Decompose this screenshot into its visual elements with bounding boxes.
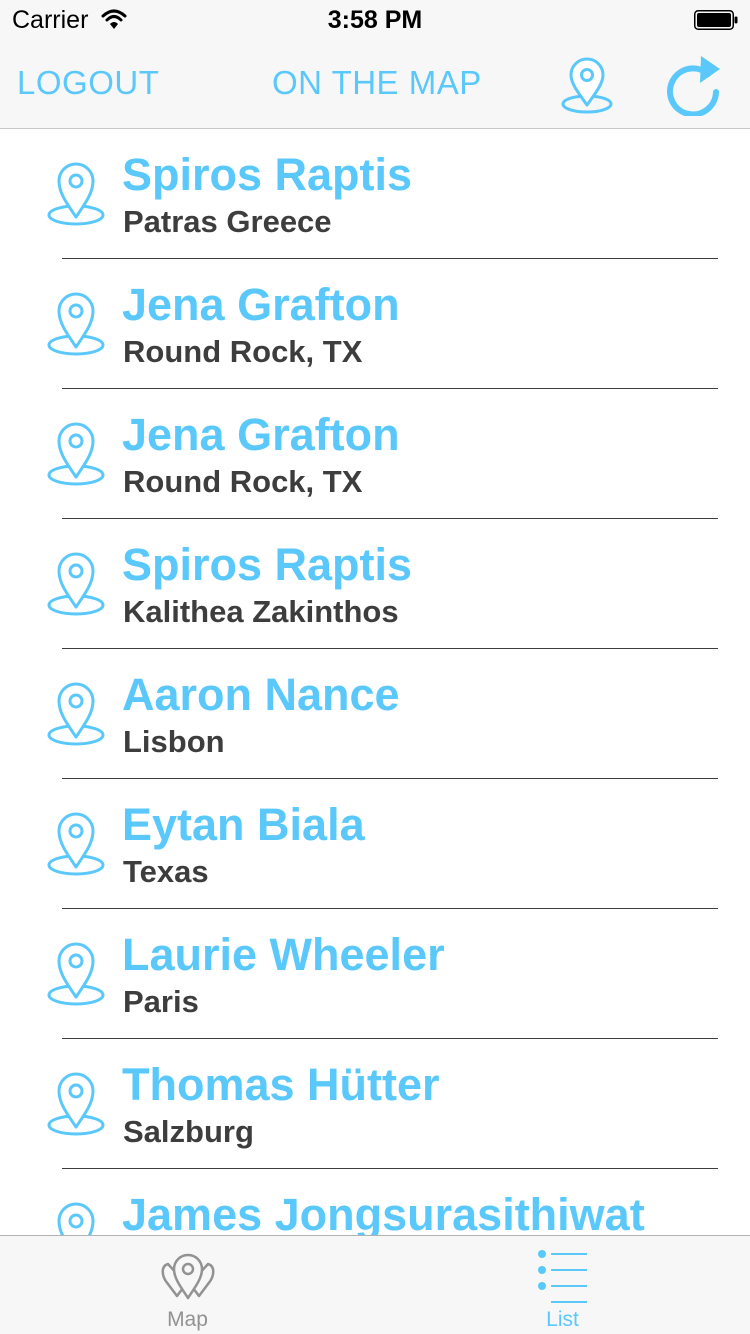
location-pin-icon-graphic bbox=[47, 682, 105, 746]
location-pin-icon-graphic bbox=[47, 292, 105, 356]
location-pin-icon bbox=[46, 289, 106, 357]
logout-button[interactable]: LOGOUT bbox=[17, 64, 159, 102]
location-pin-icon bbox=[46, 549, 106, 617]
location-pin-icon-graphic bbox=[47, 942, 105, 1006]
clock: 3:58 PM bbox=[327, 6, 423, 34]
location-pin-icon-graphic bbox=[47, 552, 105, 616]
refresh-icon[interactable] bbox=[664, 54, 722, 116]
list-item[interactable]: Jena Grafton Round Rock, TX bbox=[0, 259, 750, 389]
list-item[interactable]: Spiros Raptis Patras Greece bbox=[0, 129, 750, 259]
location-pin-icon bbox=[46, 1199, 106, 1235]
list-item[interactable]: James Jongsurasithiwat bbox=[0, 1169, 750, 1235]
student-location: Round Rock, TX bbox=[123, 464, 363, 499]
location-pin-icon bbox=[46, 809, 106, 877]
location-pin-icon bbox=[46, 1069, 106, 1137]
tab-list[interactable]: List bbox=[375, 1236, 750, 1334]
student-location: Round Rock, TX bbox=[123, 334, 363, 369]
location-pin-icon-graphic bbox=[47, 812, 105, 876]
tab-bar: Map List bbox=[0, 1235, 750, 1334]
tab-map[interactable]: Map bbox=[0, 1236, 375, 1334]
list-item[interactable]: Thomas Hütter Salzburg bbox=[0, 1039, 750, 1169]
location-pin-icon-graphic bbox=[47, 1072, 105, 1136]
page-title: ON THE MAP bbox=[272, 64, 482, 101]
student-name: Spiros Raptis bbox=[122, 149, 413, 200]
student-name: Eytan Biala bbox=[122, 799, 365, 850]
screen: Carrier 3:58 PM LOGOUT ON THE MAP Spiros… bbox=[0, 0, 750, 1334]
student-location: Kalithea Zakinthos bbox=[123, 594, 399, 629]
list-item[interactable]: Spiros Raptis Kalithea Zakinthos bbox=[0, 519, 750, 649]
student-location: Patras Greece bbox=[123, 204, 332, 239]
location-pin-icon bbox=[46, 939, 106, 1007]
location-pin-icon bbox=[46, 679, 106, 747]
status-bar: Carrier 3:58 PM bbox=[0, 0, 750, 40]
navigation-bar: LOGOUT ON THE MAP bbox=[0, 40, 750, 129]
list-item[interactable]: Aaron Nance Lisbon bbox=[0, 649, 750, 779]
map-icon bbox=[161, 1253, 214, 1300]
location-pin-icon bbox=[46, 159, 106, 227]
student-name: Spiros Raptis bbox=[122, 539, 413, 590]
location-pin-icon bbox=[46, 419, 106, 487]
student-name: Jena Grafton bbox=[122, 279, 400, 330]
student-name: Aaron Nance bbox=[122, 669, 400, 720]
location-pin-icon-graphic bbox=[57, 1202, 95, 1235]
student-name: Thomas Hütter bbox=[122, 1059, 440, 1110]
location-pin-icon-graphic bbox=[47, 422, 105, 486]
tab-list-label: List bbox=[546, 1308, 579, 1331]
student-location: Texas bbox=[123, 854, 209, 889]
location-pin-icon-graphic bbox=[47, 162, 105, 226]
tab-map-label: Map bbox=[167, 1308, 208, 1331]
list-item[interactable]: Jena Grafton Round Rock, TX bbox=[0, 389, 750, 519]
list-icon bbox=[537, 1250, 587, 1303]
student-location: Paris bbox=[123, 984, 199, 1019]
student-location: Lisbon bbox=[123, 724, 225, 759]
student-list[interactable]: Spiros Raptis Patras Greece Jena Grafton Ro… bbox=[0, 129, 750, 1235]
student-location: Salzburg bbox=[123, 1114, 254, 1149]
list-item[interactable]: Laurie Wheeler Paris bbox=[0, 909, 750, 1039]
battery-icon bbox=[694, 10, 738, 30]
list-item[interactable]: Eytan Biala Texas bbox=[0, 779, 750, 909]
map-pin-icon[interactable] bbox=[559, 55, 615, 115]
student-name: Laurie Wheeler bbox=[122, 929, 445, 980]
student-name: Jena Grafton bbox=[122, 409, 400, 460]
student-name: James Jongsurasithiwat bbox=[122, 1189, 645, 1235]
